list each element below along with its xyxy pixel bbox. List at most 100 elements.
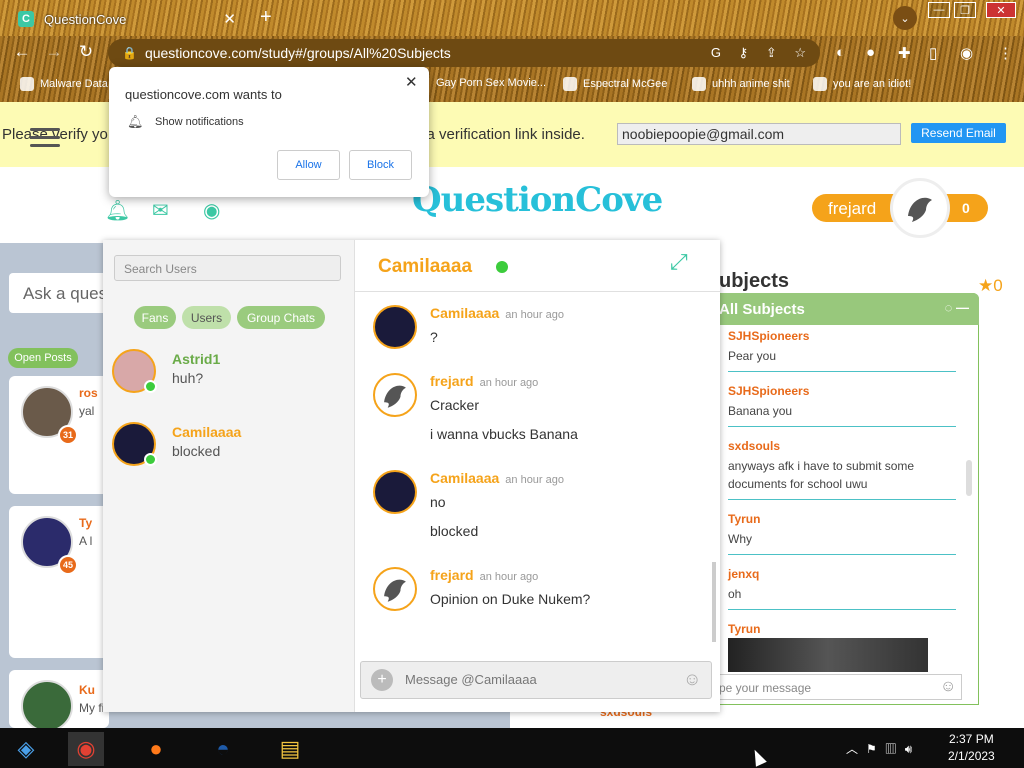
emoji-icon[interactable]: ☺ xyxy=(683,669,701,690)
chat-scrollbar[interactable] xyxy=(966,460,972,496)
extension-avatar-icon[interactable]: ● xyxy=(866,44,875,61)
window-close-icon[interactable]: ✕ xyxy=(986,2,1016,18)
bookmark-item[interactable]: you are an idiot! xyxy=(813,77,911,91)
dolphin-avatar-icon xyxy=(899,187,941,229)
hide-eye-icon[interactable]: ◌ xyxy=(945,300,953,315)
menu-dots-icon[interactable]: ⋮ xyxy=(998,44,1013,62)
ask-question-input[interactable]: Ask a ques xyxy=(9,273,109,313)
dm-message: frejard an hour ago Opinion on Duke Nukem… xyxy=(373,567,703,617)
tab-title: QuestionCove xyxy=(44,11,127,27)
dolphin-avatar-icon xyxy=(384,579,406,602)
system-tray[interactable]: ︿⚑▥🔊︎ xyxy=(846,740,920,757)
email-field[interactable]: noobiepoopie@gmail.com xyxy=(617,123,901,145)
group-chat-message: SJHSpioneers Banana you xyxy=(728,384,956,427)
dm-message: frejard an hour ago Cracker i wanna vbuck… xyxy=(373,373,703,453)
new-tab-icon[interactable]: + xyxy=(260,6,272,29)
dm-scrollbar[interactable] xyxy=(712,562,716,642)
back-icon[interactable]: ← xyxy=(10,42,34,62)
extensions-puzzle-icon[interactable]: ✚ xyxy=(898,44,911,62)
bell-icon[interactable]: 🔔︎ xyxy=(105,198,130,222)
expand-icon[interactable]: ⤢ xyxy=(670,249,688,275)
subjects-title: ubjects xyxy=(719,270,790,292)
avatar xyxy=(373,373,417,417)
profile-icon[interactable]: ◉ xyxy=(960,44,973,62)
avatar xyxy=(373,470,417,514)
post-badge: 45 xyxy=(58,555,78,575)
campaign-logo-icon[interactable]: ◓ xyxy=(205,732,241,766)
medal-icon: ★ xyxy=(978,276,994,295)
avatar xyxy=(21,680,73,732)
dolphin-avatar-icon xyxy=(384,385,406,408)
conversation-item[interactable]: Astrid1 huh? xyxy=(112,349,352,399)
forward-icon[interactable]: → xyxy=(42,42,66,62)
extension-flag-icon[interactable]: ◐ xyxy=(836,44,845,61)
browser-tab[interactable]: C QuestionCove ✕ xyxy=(8,4,246,34)
user-profile-icon[interactable]: ◉ xyxy=(203,198,225,222)
notification-permission-popup: questioncove.com wants to ✕ 🔔︎ Show noti… xyxy=(109,67,429,197)
online-indicator xyxy=(144,380,157,393)
lock-icon: 🔒 xyxy=(122,46,137,60)
bell-icon: 🔔︎ xyxy=(127,114,144,129)
mail-icon[interactable]: ✉ xyxy=(152,198,174,222)
bookmark-favicon-icon xyxy=(563,77,577,91)
online-indicator xyxy=(144,453,157,466)
conversation-item[interactable]: Camilaaaa blocked xyxy=(112,422,352,472)
hamburger-menu-icon[interactable] xyxy=(30,128,60,150)
share-icon[interactable]: ⇪ xyxy=(766,45,777,60)
group-chat-input[interactable]: pe your message xyxy=(716,674,962,700)
popup-title: questioncove.com wants to xyxy=(125,87,282,102)
search-users-input[interactable]: Search Users xyxy=(114,255,341,281)
clock[interactable]: 2:37 PM 2/1/2023 xyxy=(948,731,995,765)
address-bar[interactable]: 🔒 questioncove.com/study#/groups/All%20S… xyxy=(108,39,820,67)
firefox-icon[interactable]: ● xyxy=(138,732,174,766)
dm-placeholder: Message @Camilaaaa xyxy=(405,672,537,687)
plus-icon[interactable]: + xyxy=(371,669,393,691)
chrome-icon[interactable]: ◉ xyxy=(68,732,104,766)
avatar[interactable] xyxy=(890,178,950,238)
tab-close-icon[interactable]: ✕ xyxy=(223,10,236,28)
header-score: 0 xyxy=(962,200,970,216)
google-icon[interactable]: G xyxy=(711,45,721,60)
verify-text-right: n a verification link inside. xyxy=(414,126,585,143)
open-posts-tab[interactable]: Open Posts xyxy=(8,348,78,368)
online-indicator xyxy=(496,261,508,273)
allow-button[interactable]: Allow xyxy=(277,150,340,180)
site-logo[interactable]: QuestionCove xyxy=(412,180,663,220)
bookmark-item[interactable]: uhhh anime shit xyxy=(692,77,790,91)
group-chat-message: sxdsouls anyways afk i have to submit som… xyxy=(728,439,956,500)
dm-message: Camilaaaa an hour ago no blocked xyxy=(373,470,703,550)
restore-icon[interactable]: ❐ xyxy=(954,2,976,18)
tab-users[interactable]: Users xyxy=(182,306,231,329)
key-icon[interactable]: ⚷ xyxy=(739,45,749,60)
tab-search-icon[interactable]: ⌄ xyxy=(893,6,917,30)
group-chat-header: All Subjects ◌ — xyxy=(715,293,979,325)
group-chat-message: jenxq oh xyxy=(728,567,956,610)
resend-email-button[interactable]: Resend Email xyxy=(911,123,1006,143)
bookmark-star-icon[interactable]: ☆ xyxy=(794,45,806,60)
dm-contact-name: Camilaaaa xyxy=(378,256,473,277)
bookmark-item[interactable]: Espectral McGee xyxy=(563,77,667,91)
avatar xyxy=(373,305,417,349)
group-chat-message: SJHSpioneers Pear you xyxy=(728,329,956,372)
start-icon[interactable]: ◈ xyxy=(8,732,44,766)
bookmark-item[interactable]: Gay Porn Sex Movie... xyxy=(436,77,546,89)
url-text: questioncove.com/study#/groups/All%20Sub… xyxy=(144,45,451,61)
close-icon[interactable]: ✕ xyxy=(405,73,418,91)
block-button[interactable]: Block xyxy=(349,150,412,180)
bookmark-item[interactable]: Malware Data xyxy=(20,77,108,91)
group-chat-message: Tyrun Why xyxy=(728,512,956,555)
emoji-icon[interactable]: ☺ xyxy=(940,678,956,696)
tab-fans[interactable]: Fans xyxy=(134,306,176,329)
side-panel-icon[interactable]: ▯ xyxy=(929,44,937,62)
post-badge: 31 xyxy=(58,425,78,445)
bookmark-favicon-icon xyxy=(813,77,827,91)
reload-icon[interactable]: ↻ xyxy=(74,42,98,62)
file-explorer-icon[interactable]: ▤ xyxy=(272,732,308,766)
tab-group-chats[interactable]: Group Chats xyxy=(237,306,325,329)
minimize-chat-icon[interactable]: — xyxy=(956,300,969,315)
header-username: frejard xyxy=(828,199,877,218)
minimize-icon[interactable]: — xyxy=(928,2,950,18)
chat-image[interactable] xyxy=(728,638,928,672)
bookmark-favicon-icon xyxy=(692,77,706,91)
questioncove-favicon-icon: C xyxy=(18,11,34,27)
